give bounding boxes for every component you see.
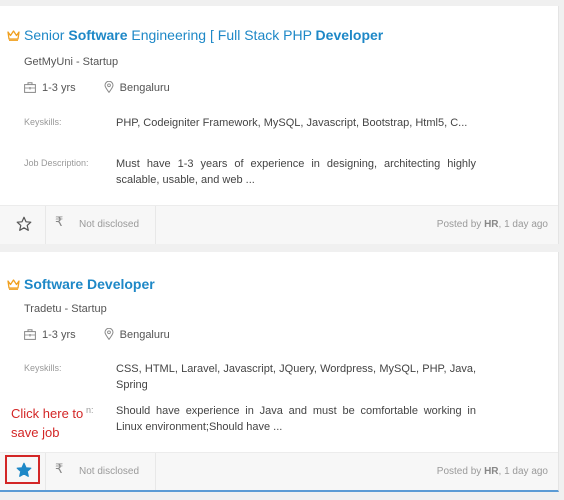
job-title-link[interactable]: Senior Software Engineering [ Full Stack… (7, 27, 383, 44)
star-icon (16, 216, 32, 235)
location-pin-icon (104, 327, 114, 343)
keyskills-label: Keyskills: (24, 117, 62, 127)
keyskills-label: Keyskills: (24, 363, 62, 373)
job-title-link[interactable]: Software Developer (7, 276, 155, 293)
divider (45, 206, 46, 244)
job-title-text: Software Developer (24, 276, 155, 292)
briefcase-icon (24, 82, 36, 96)
posted-info: Posted by HR, 1 day ago (436, 466, 548, 477)
rupee-icon: ₹ (55, 214, 64, 229)
annotation-line-2: save job (11, 425, 60, 440)
save-job-annotation: Click here to save job (11, 404, 87, 442)
description-label: Job Description: (24, 158, 89, 168)
job-meta: 1-3 yrs Bengaluru (24, 80, 170, 96)
description-value: Must have 1-3 years of experience in des… (116, 158, 476, 186)
experience: 1-3 yrs (42, 329, 76, 341)
job-title-text: Senior Software Engineering [ Full Stack… (24, 27, 384, 43)
company-name[interactable]: GetMyUni - Startup (24, 56, 118, 68)
annotation-line-1: Click here to (11, 406, 84, 421)
job-meta: 1-3 yrs Bengaluru (24, 327, 170, 343)
divider (155, 206, 156, 244)
briefcase-icon (24, 329, 36, 343)
divider (155, 453, 156, 490)
location: Bengaluru (119, 82, 170, 94)
job-card[interactable]: Software Developer Tradetu - Startup 1-3… (0, 252, 559, 492)
crown-icon (7, 277, 20, 293)
save-button-highlight-box (5, 455, 40, 484)
job-card[interactable]: Senior Software Engineering [ Full Stack… (0, 6, 559, 244)
job-card-footer: ₹ Not disclosed Posted by HR, 1 day ago (0, 452, 558, 490)
salary: Not disclosed (79, 219, 140, 230)
description-value: Should have experience in Java and must … (116, 405, 476, 433)
location-pin-icon (104, 80, 114, 96)
posted-info: Posted by HR, 1 day ago (436, 219, 548, 230)
job-card-footer: ₹ Not disclosed Posted by HR, 1 day ago (0, 205, 558, 244)
location: Bengaluru (119, 329, 170, 341)
save-job-button[interactable] (13, 214, 35, 236)
rupee-icon: ₹ (55, 461, 64, 476)
crown-icon (7, 28, 20, 44)
salary: Not disclosed (79, 466, 140, 477)
company-name[interactable]: Tradetu - Startup (24, 303, 107, 315)
experience: 1-3 yrs (42, 82, 76, 94)
keyskills-value: PHP, Codeigniter Framework, MySQL, Javas… (116, 117, 468, 129)
keyskills-value: CSS, HTML, Laravel, Javascript, JQuery, … (116, 363, 476, 391)
divider (45, 453, 46, 490)
